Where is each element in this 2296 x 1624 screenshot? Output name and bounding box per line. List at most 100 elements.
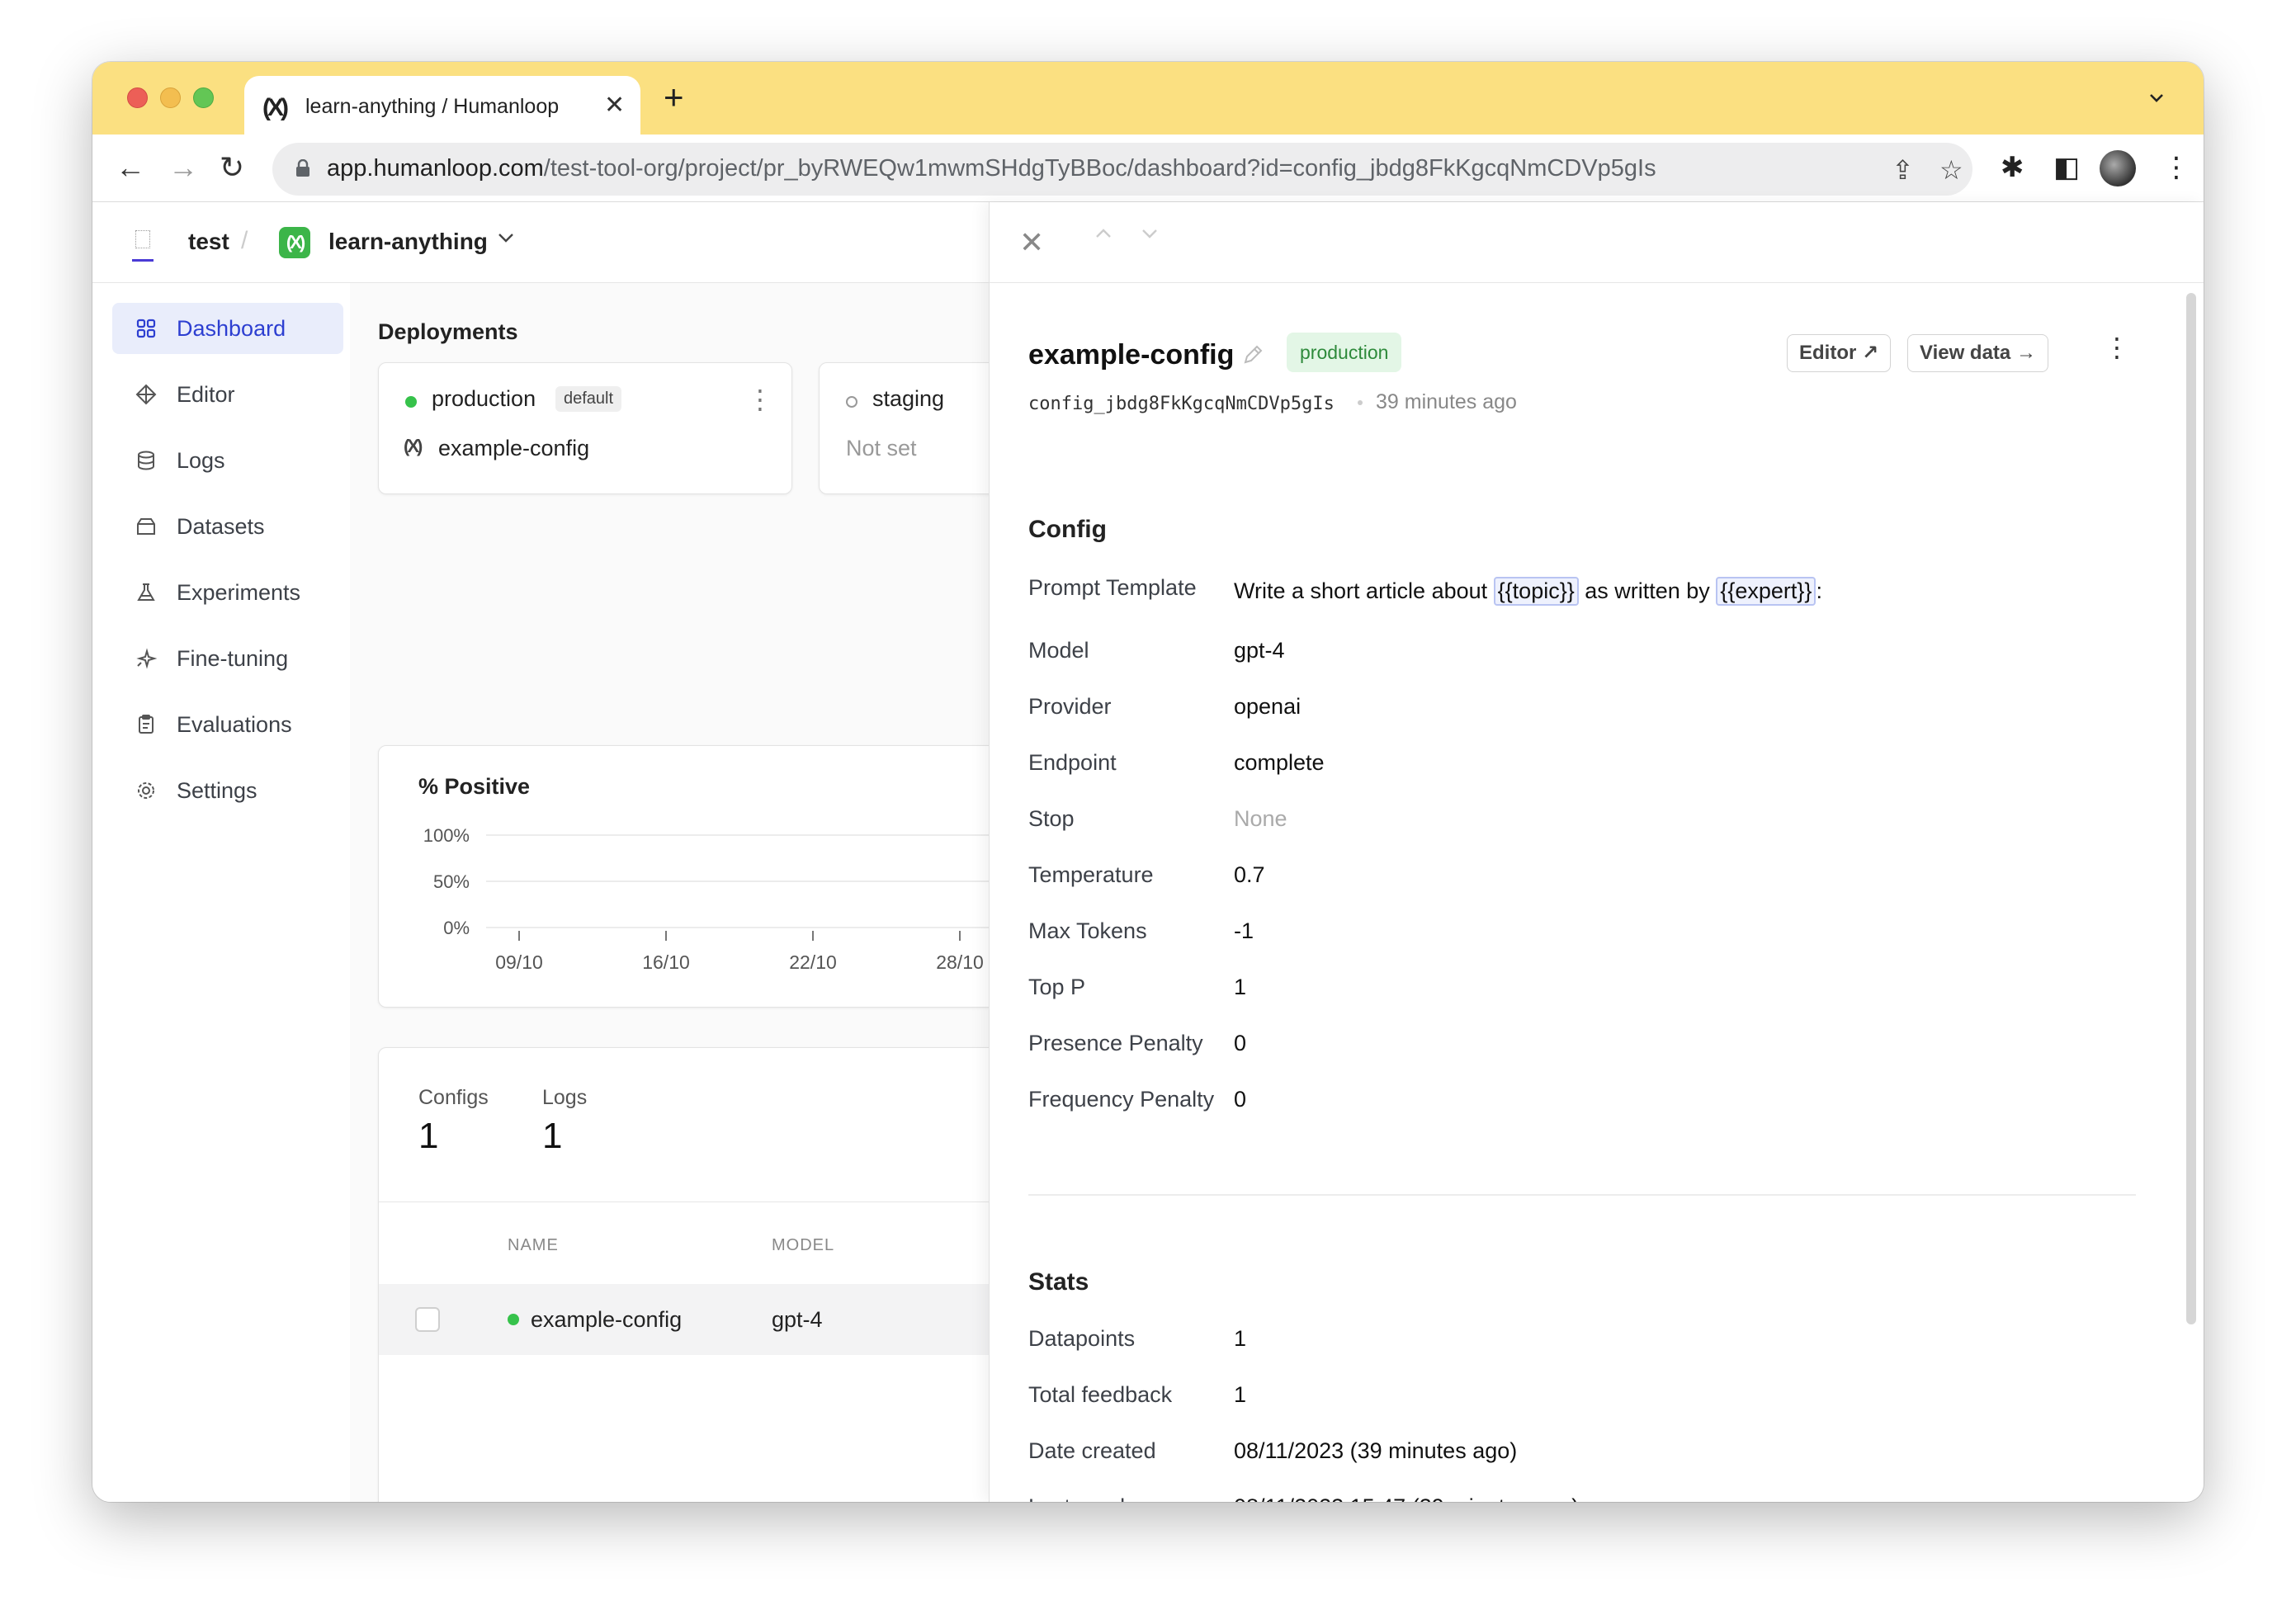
drawer-toolbar: ✕ [990, 202, 2204, 283]
more-vertical-icon[interactable]: ⋮ [747, 386, 773, 413]
stat-value: 08/11/2023 15:47 (39 minutes ago) [1234, 1494, 1579, 1502]
logs-count-value: 1 [542, 1116, 563, 1156]
profile-avatar[interactable] [2100, 150, 2136, 186]
config-id[interactable]: config_jbdg8FkKgcqNmCDVp5gIs [1028, 394, 1335, 414]
stat-label: Total feedback [1028, 1382, 1173, 1407]
stats-heading: Stats [1028, 1268, 1089, 1296]
sidebar-item-experiments[interactable]: Experiments [112, 567, 343, 618]
positive-chart: 100% 50% 0% 09/10 16/10 22/10 28/10 [423, 825, 989, 973]
row-model: gpt-4 [772, 1307, 823, 1332]
param-value: 0.7 [1234, 862, 1265, 887]
breadcrumb-org[interactable]: test [188, 229, 229, 255]
sidebar-item-evaluations[interactable]: Evaluations [112, 699, 343, 750]
sidebar-item-editor[interactable]: Editor [112, 369, 343, 420]
stat-value: 1 [1234, 1326, 1247, 1351]
close-icon[interactable]: ✕ [1019, 225, 1044, 260]
tab-title: learn-anything / Humanloop [305, 95, 560, 118]
param-label: Max Tokens [1028, 918, 1147, 943]
sidebar-item-fine-tuning[interactable]: Fine-tuning [112, 633, 343, 684]
chevron-down-icon[interactable] [1140, 224, 1160, 243]
more-vertical-icon[interactable]: ⋮ [2104, 334, 2130, 361]
minimize-window-button[interactable] [160, 87, 181, 108]
param-label: Endpoint [1028, 750, 1117, 775]
url-text: app.humanloop.com/test-tool-org/project/… [327, 155, 1656, 182]
sidebar-item-label: Datasets [177, 514, 265, 539]
share-icon[interactable]: ⇪ [1892, 154, 1914, 186]
sidebar: Dashboard Editor Logs Datasets Experimen… [92, 283, 350, 1502]
param-value: None [1234, 806, 1287, 831]
y-tick-label: 50% [433, 871, 470, 892]
chevron-up-icon[interactable] [1094, 224, 1113, 243]
forward-arrow-icon[interactable]: → [168, 153, 198, 182]
sidebar-item-label: Editor [177, 382, 235, 407]
gear-icon [138, 782, 154, 799]
breadcrumb-project[interactable]: learn-anything [328, 229, 488, 255]
sidebar-item-settings[interactable]: Settings [112, 765, 343, 816]
config-title: example-config [1028, 339, 1235, 371]
bookmark-star-icon[interactable]: ☆ [1939, 154, 1963, 186]
box-icon [137, 518, 155, 535]
sidebar-item-datasets[interactable]: Datasets [112, 501, 343, 552]
maximize-window-button[interactable] [193, 87, 214, 108]
configs-count-label: Configs [418, 1086, 489, 1109]
deployed-config-name[interactable]: example-config [438, 436, 589, 461]
org-logo-icon [132, 225, 154, 262]
browser-toolbar: ← → ↻ app.humanloop.com/test-tool-org/pr… [92, 135, 2204, 202]
app-header: test / (X) learn-anything [92, 202, 989, 283]
tab-search-chevron-icon[interactable] [2147, 88, 2166, 106]
stat-label: Datapoints [1028, 1326, 1136, 1351]
close-window-button[interactable] [127, 87, 148, 108]
config-time-ago: 39 minutes ago [1376, 390, 1517, 413]
column-header-name[interactable]: NAME [508, 1236, 559, 1255]
tab-close-icon[interactable]: ✕ [604, 91, 625, 120]
prompt-variable-expert: {{expert}} [1716, 577, 1816, 606]
new-tab-icon[interactable]: + [664, 80, 684, 115]
address-bar[interactable]: app.humanloop.com/test-tool-org/project/… [272, 143, 1972, 196]
row-checkbox[interactable] [415, 1307, 440, 1332]
stat-value: 08/11/2023 (39 minutes ago) [1234, 1438, 1518, 1463]
chevron-down-icon[interactable] [497, 229, 515, 247]
deployment-card-production[interactable]: production default ⋮ (X) example-config [378, 362, 792, 494]
param-label: Provider [1028, 694, 1112, 719]
editor-button[interactable]: Editor ↗ [1787, 334, 1892, 372]
param-label: Frequency Penalty [1028, 1087, 1215, 1112]
lock-icon[interactable] [295, 159, 310, 177]
dashboard-main: Deployments production default ⋮ (X) exa… [350, 283, 989, 1502]
sidebar-item-dashboard[interactable]: Dashboard [112, 303, 343, 354]
drawer-scrollbar[interactable] [2186, 293, 2196, 1324]
browser-tab[interactable]: (X) learn-anything / Humanloop ✕ [244, 76, 640, 135]
table-row[interactable]: example-config gpt-4 [379, 1284, 989, 1355]
clipboard-icon [139, 715, 154, 734]
param-value: openai [1234, 694, 1302, 719]
env-name: production [432, 386, 536, 411]
reload-icon[interactable]: ↻ [220, 153, 244, 182]
param-value: -1 [1234, 918, 1254, 943]
row-config-name[interactable]: example-config [531, 1307, 682, 1333]
side-panel-icon[interactable]: ◧ [2053, 151, 2080, 184]
sidebar-item-logs[interactable]: Logs [112, 435, 343, 486]
back-arrow-icon[interactable]: ← [116, 153, 145, 182]
y-tick-label: 0% [443, 918, 470, 938]
config-icon: (X) [404, 436, 423, 456]
param-label: Top P [1028, 975, 1086, 999]
stat-label: Last used [1028, 1494, 1125, 1502]
column-header-model[interactable]: MODEL [772, 1236, 834, 1255]
x-tick-label: 28/10 [936, 951, 984, 973]
sidebar-item-label: Experiments [177, 580, 301, 605]
sidebar-item-label: Logs [177, 448, 225, 473]
separator-dot [1358, 400, 1363, 405]
param-value: 1 [1234, 975, 1247, 999]
stat-label: Date created [1028, 1438, 1156, 1463]
logs-count-label: Logs [542, 1086, 588, 1109]
deployment-card-staging[interactable]: staging Not set [819, 362, 989, 494]
configs-count-value: 1 [418, 1116, 439, 1156]
breadcrumb-separator: / [241, 227, 248, 254]
configs-table-card: Configs 1 Logs 1 NAME MODEL example-conf… [378, 1047, 989, 1502]
param-label: Stop [1028, 806, 1075, 831]
browser-menu-icon[interactable]: ⋮ [2162, 151, 2190, 184]
x-tick-label: 22/10 [789, 951, 837, 973]
extensions-icon[interactable]: ✱ [2001, 151, 2024, 184]
view-data-button[interactable]: View data → [1907, 334, 2048, 372]
param-value: gpt-4 [1234, 638, 1285, 663]
pencil-icon[interactable] [1240, 342, 1265, 367]
